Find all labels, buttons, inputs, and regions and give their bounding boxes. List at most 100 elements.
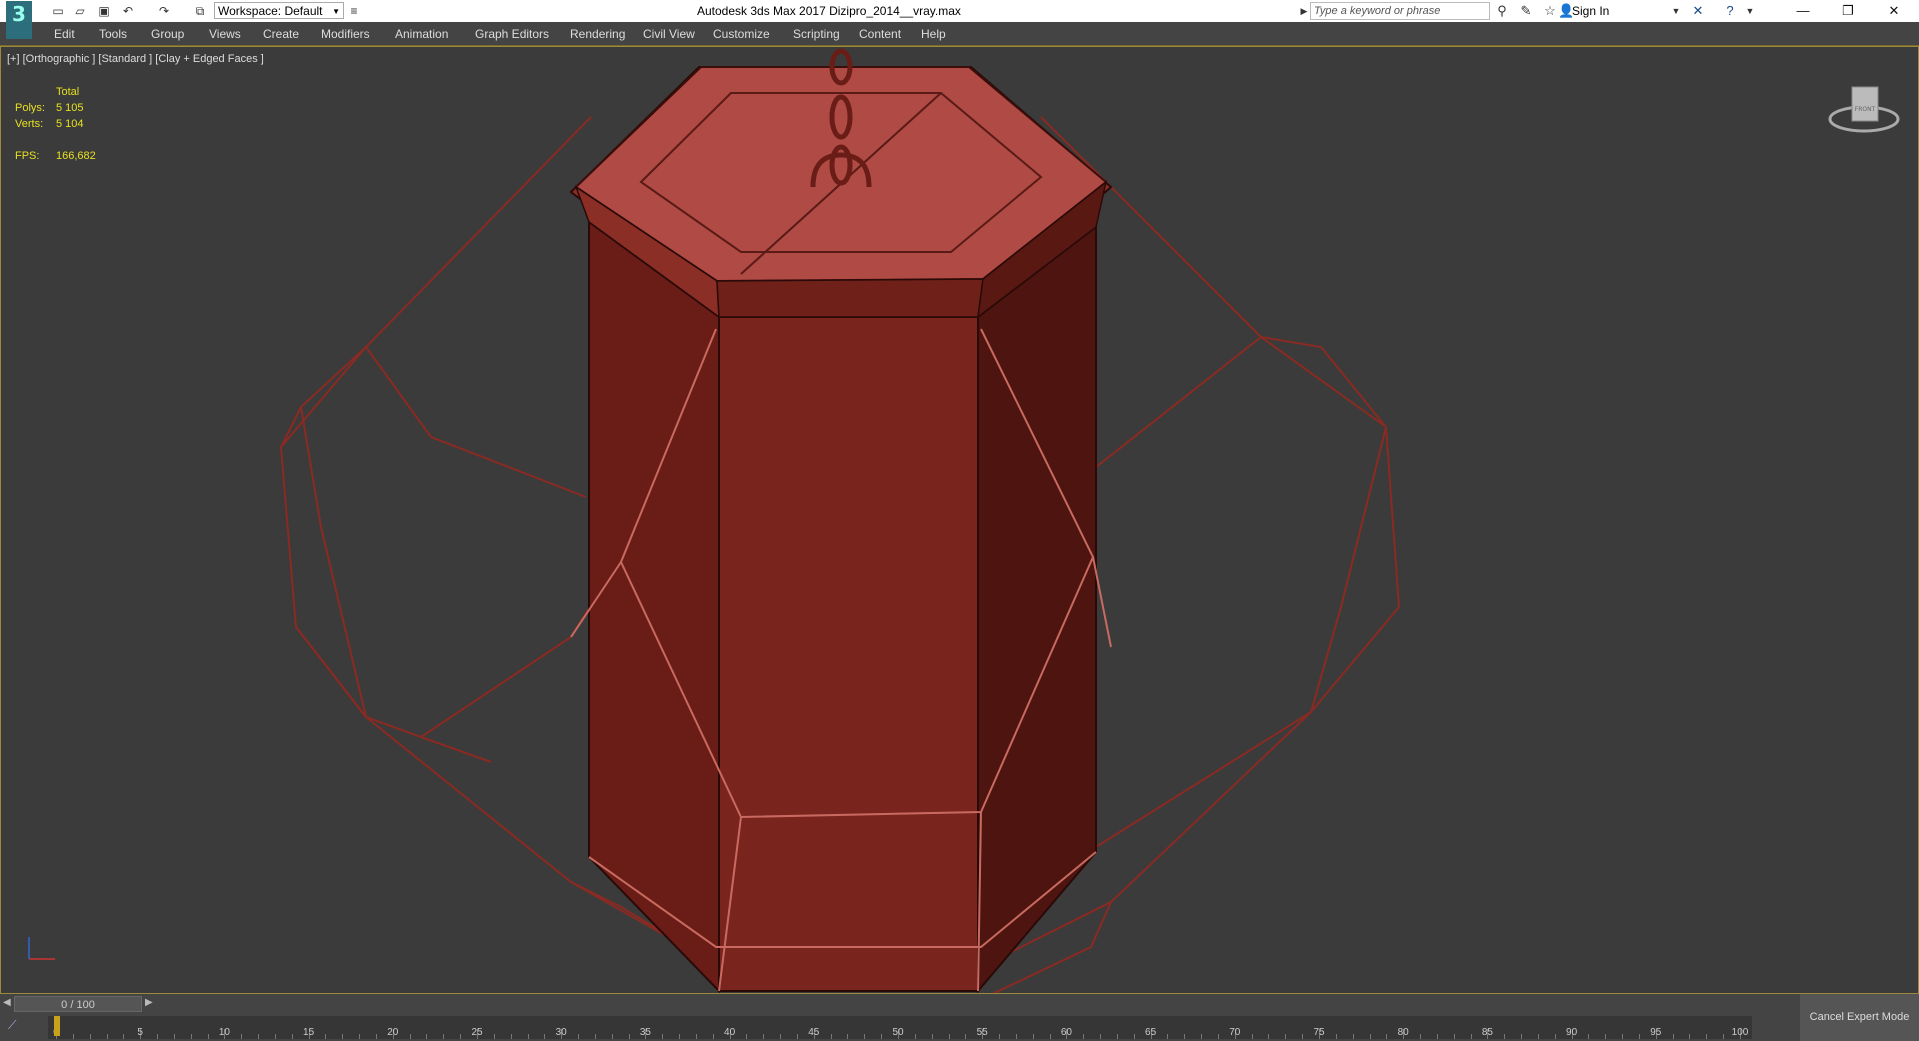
timeline-tick-label: 95: [1650, 1027, 1662, 1038]
timeline-tick: [544, 1034, 546, 1039]
menu-animation[interactable]: Animation: [395, 27, 448, 41]
timeline-tick-label: 85: [1481, 1027, 1493, 1038]
close-button[interactable]: ✕: [1872, 0, 1916, 22]
customize-toolbar-icon[interactable]: ≡: [346, 3, 362, 19]
undo-icon[interactable]: ↶: [120, 3, 136, 19]
timeline-tick: [325, 1034, 327, 1039]
title-bar: 3 ▭ ▱ ▣ ↶ ↷ ⧉ Workspace: Default ▼ ≡ Aut…: [0, 0, 1919, 39]
timeline-tick: [1706, 1034, 1708, 1039]
timeline-tick: [712, 1034, 714, 1039]
redo-icon[interactable]: ↷: [156, 3, 172, 19]
menu-edit[interactable]: Edit: [54, 27, 75, 41]
timeline-tick: [342, 1034, 344, 1039]
timeline-tick-label: 45: [808, 1027, 820, 1038]
save-icon[interactable]: ▣: [96, 3, 112, 19]
timeline-tick: [426, 1034, 428, 1039]
sign-in-button[interactable]: Sign In: [1572, 4, 1609, 18]
menu-views[interactable]: Views: [209, 27, 241, 41]
viewcube-label: FRONT: [1855, 106, 1876, 113]
timeline-tick-label: 100: [1731, 1027, 1749, 1038]
timeline-tick: [409, 1034, 411, 1039]
timeline-tick: [763, 1034, 765, 1039]
viewport[interactable]: [+] [Orthographic ] [Standard ] [Clay + …: [0, 46, 1919, 994]
menu-customize[interactable]: Customize: [713, 27, 770, 41]
menu-modifiers[interactable]: Modifiers: [321, 27, 370, 41]
scene-model[interactable]: [1, 47, 1919, 994]
front-face: [718, 316, 979, 992]
restore-button[interactable]: ❐: [1826, 0, 1870, 22]
timeline: ◀ 0 / 100 ▶ ⟋ 05101520253035404550556065…: [0, 994, 1919, 1041]
minimize-button[interactable]: —: [1781, 0, 1825, 22]
viewcube[interactable]: FRONT: [1826, 81, 1902, 141]
timeline-tick-label: 80: [1397, 1027, 1409, 1038]
timeline-tick-label: 15: [303, 1027, 315, 1038]
menu-tools[interactable]: Tools: [99, 27, 127, 41]
exchange-icon[interactable]: ✕: [1690, 3, 1706, 19]
subscription-icon[interactable]: ✎: [1518, 3, 1534, 19]
timeline-tick: [1352, 1034, 1354, 1039]
chevron-down-icon[interactable]: ▼: [1668, 3, 1684, 19]
timeline-tick: [1201, 1034, 1203, 1039]
menu-scripting[interactable]: Scripting: [793, 27, 840, 41]
app-logo-icon[interactable]: 3: [6, 1, 32, 39]
timeline-tick: [157, 1034, 159, 1039]
timeline-tick: [173, 1034, 175, 1039]
help-icon[interactable]: ?: [1722, 3, 1738, 19]
timeline-tick: [1605, 1034, 1607, 1039]
menu-graph-editors[interactable]: Graph Editors: [475, 27, 549, 41]
workspace-dropdown[interactable]: Workspace: Default ▼: [214, 2, 344, 19]
cancel-expert-mode-button[interactable]: Cancel Expert Mode: [1800, 994, 1919, 1041]
open-file-icon[interactable]: ▱: [72, 3, 88, 19]
timeline-track[interactable]: 0510152025303540455055606570758085909510…: [48, 1016, 1752, 1039]
window-title: Autodesk 3ds Max 2017 Dizipro_2014__vray…: [697, 4, 961, 18]
timeline-tick-label: 55: [976, 1027, 988, 1038]
new-file-icon[interactable]: ▭: [50, 3, 66, 19]
timeline-tick: [662, 1034, 664, 1039]
timeline-tick: [1268, 1034, 1270, 1039]
timeline-tick: [1504, 1034, 1506, 1039]
timeline-tick-label: 75: [1313, 1027, 1325, 1038]
menu-rendering[interactable]: Rendering: [570, 27, 625, 41]
project-folder-icon[interactable]: ⧉: [192, 3, 208, 19]
playhead[interactable]: [54, 1016, 60, 1036]
timeline-tick: [375, 1034, 377, 1039]
menu-content[interactable]: Content: [859, 27, 901, 41]
binoculars-icon[interactable]: ⚲: [1494, 3, 1510, 19]
timeline-tick: [611, 1034, 613, 1039]
menu-group[interactable]: Group: [151, 27, 184, 41]
timeline-tick: [510, 1034, 512, 1039]
menu-civil-view[interactable]: Civil View: [643, 27, 695, 41]
timeline-tick-label: 20: [387, 1027, 399, 1038]
timeline-tick: [628, 1034, 630, 1039]
chevron-down-icon[interactable]: ▼: [1742, 3, 1758, 19]
timeline-tick: [1369, 1034, 1371, 1039]
timeline-tick: [594, 1034, 596, 1039]
menu-help[interactable]: Help: [921, 27, 946, 41]
timeline-tick: [123, 1034, 125, 1039]
timeline-tick-label: 5: [137, 1027, 143, 1038]
timeline-tick: [1217, 1034, 1219, 1039]
timeline-tick: [864, 1034, 866, 1039]
timeline-tick: [1622, 1034, 1624, 1039]
timeline-tick: [190, 1034, 192, 1039]
timeline-tick: [1537, 1034, 1539, 1039]
timeline-tick: [931, 1034, 933, 1039]
next-frame-icon[interactable]: ▶: [145, 997, 153, 1008]
prev-frame-icon[interactable]: ◀: [3, 997, 11, 1008]
timeline-tick-label: 25: [471, 1027, 483, 1038]
timeline-tick: [493, 1034, 495, 1039]
timeline-tick: [72, 1034, 74, 1039]
menu-create[interactable]: Create: [263, 27, 299, 41]
timeline-tick: [965, 1034, 967, 1039]
timeline-tick: [847, 1034, 849, 1039]
timeline-tick: [1133, 1034, 1135, 1039]
curve-editor-icon[interactable]: ⟋: [8, 1018, 16, 1033]
star-icon[interactable]: ☆: [1542, 3, 1558, 19]
search-input[interactable]: Type a keyword or phrase: [1310, 2, 1490, 20]
timeline-tick-label: 30: [555, 1027, 567, 1038]
top-rim-front: [716, 278, 984, 318]
timeline-tick: [914, 1034, 916, 1039]
time-slider[interactable]: 0 / 100: [14, 996, 142, 1012]
timeline-tick: [207, 1034, 209, 1039]
timeline-tick: [1689, 1034, 1691, 1039]
